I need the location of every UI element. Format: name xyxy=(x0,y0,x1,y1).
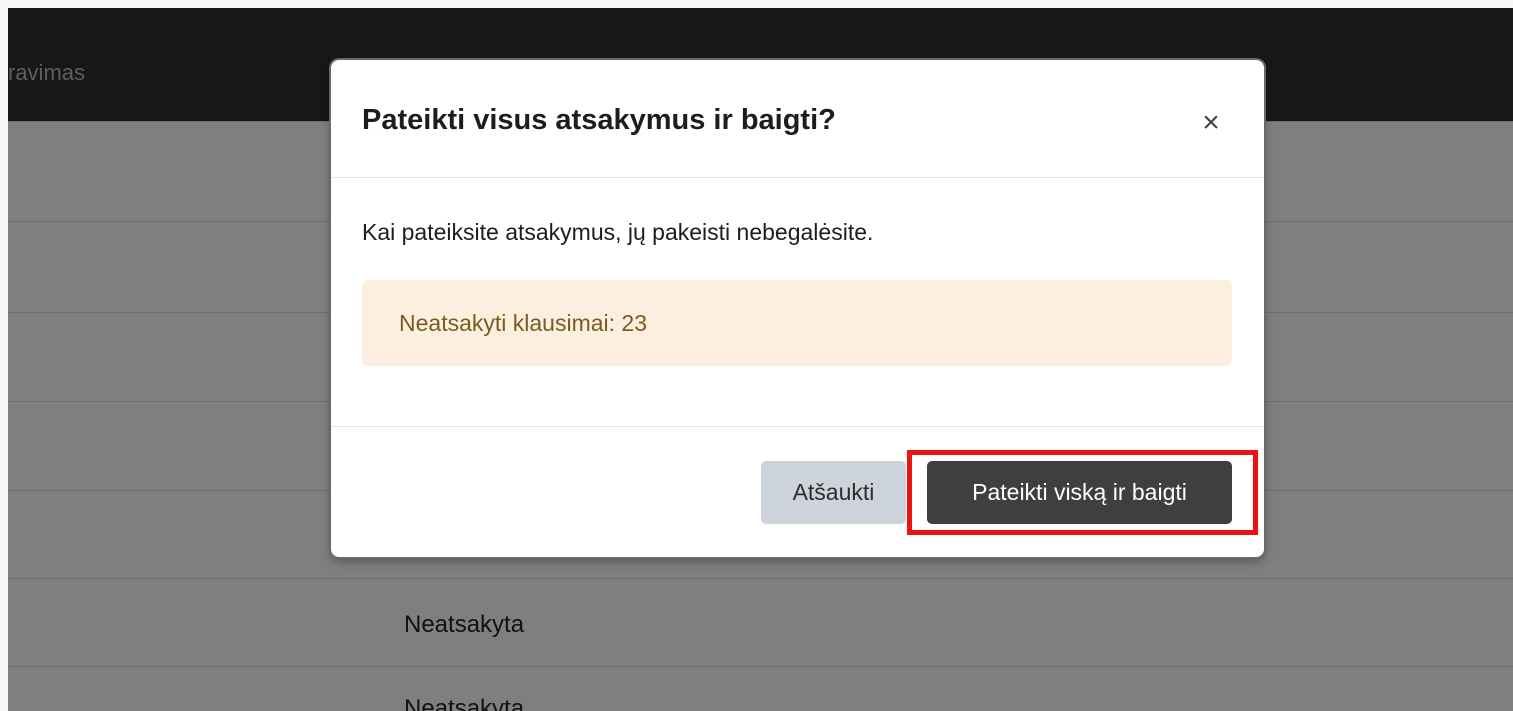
submit-all-and-finish-button[interactable]: Pateikti viską ir baigti xyxy=(927,461,1232,524)
dialog-footer: Atšaukti Pateikti viską ir baigti xyxy=(331,426,1264,557)
dialog-title: Pateikti visus atsakymus ir baigti? xyxy=(362,104,836,136)
dialog-message: Kai pateiksite atsakymus, jų pakeisti ne… xyxy=(362,219,874,245)
cancel-button[interactable]: Atšaukti xyxy=(761,461,906,524)
dialog-body: Kai pateiksite atsakymus, jų pakeisti ne… xyxy=(331,178,1264,426)
page: ravimas Neatsakyta Neatsakyta Pateikti v… xyxy=(0,0,1513,711)
screenshot-border xyxy=(0,0,8,711)
confirm-submit-dialog: Pateikti visus atsakymus ir baigti? × Ka… xyxy=(331,60,1264,557)
dialog-header: Pateikti visus atsakymus ir baigti? × xyxy=(331,60,1264,178)
unanswered-count: Neatsakyti klausimai: 23 xyxy=(399,310,647,336)
screenshot-border xyxy=(0,0,1513,8)
unanswered-alert: Neatsakyti klausimai: 23 xyxy=(362,280,1232,366)
close-icon[interactable]: × xyxy=(1194,106,1228,140)
